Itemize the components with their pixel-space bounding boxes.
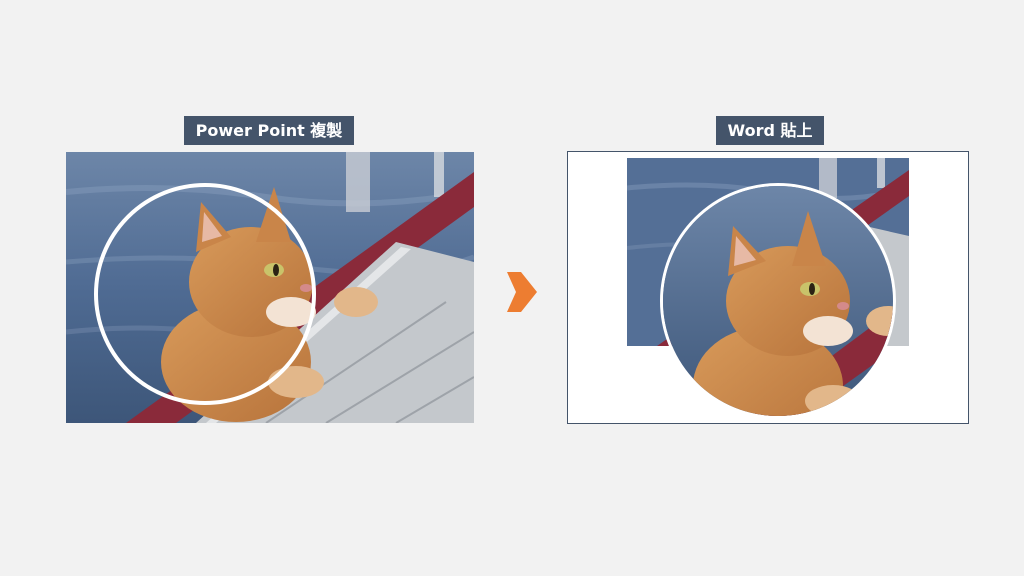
word-cat-circle-photo <box>660 183 896 419</box>
word-paste-label: Word 貼上 <box>716 116 824 145</box>
powerpoint-cat-photo <box>66 152 474 423</box>
arrow-right-icon <box>507 264 537 320</box>
powerpoint-copy-label: Power Point 複製 <box>184 116 354 145</box>
